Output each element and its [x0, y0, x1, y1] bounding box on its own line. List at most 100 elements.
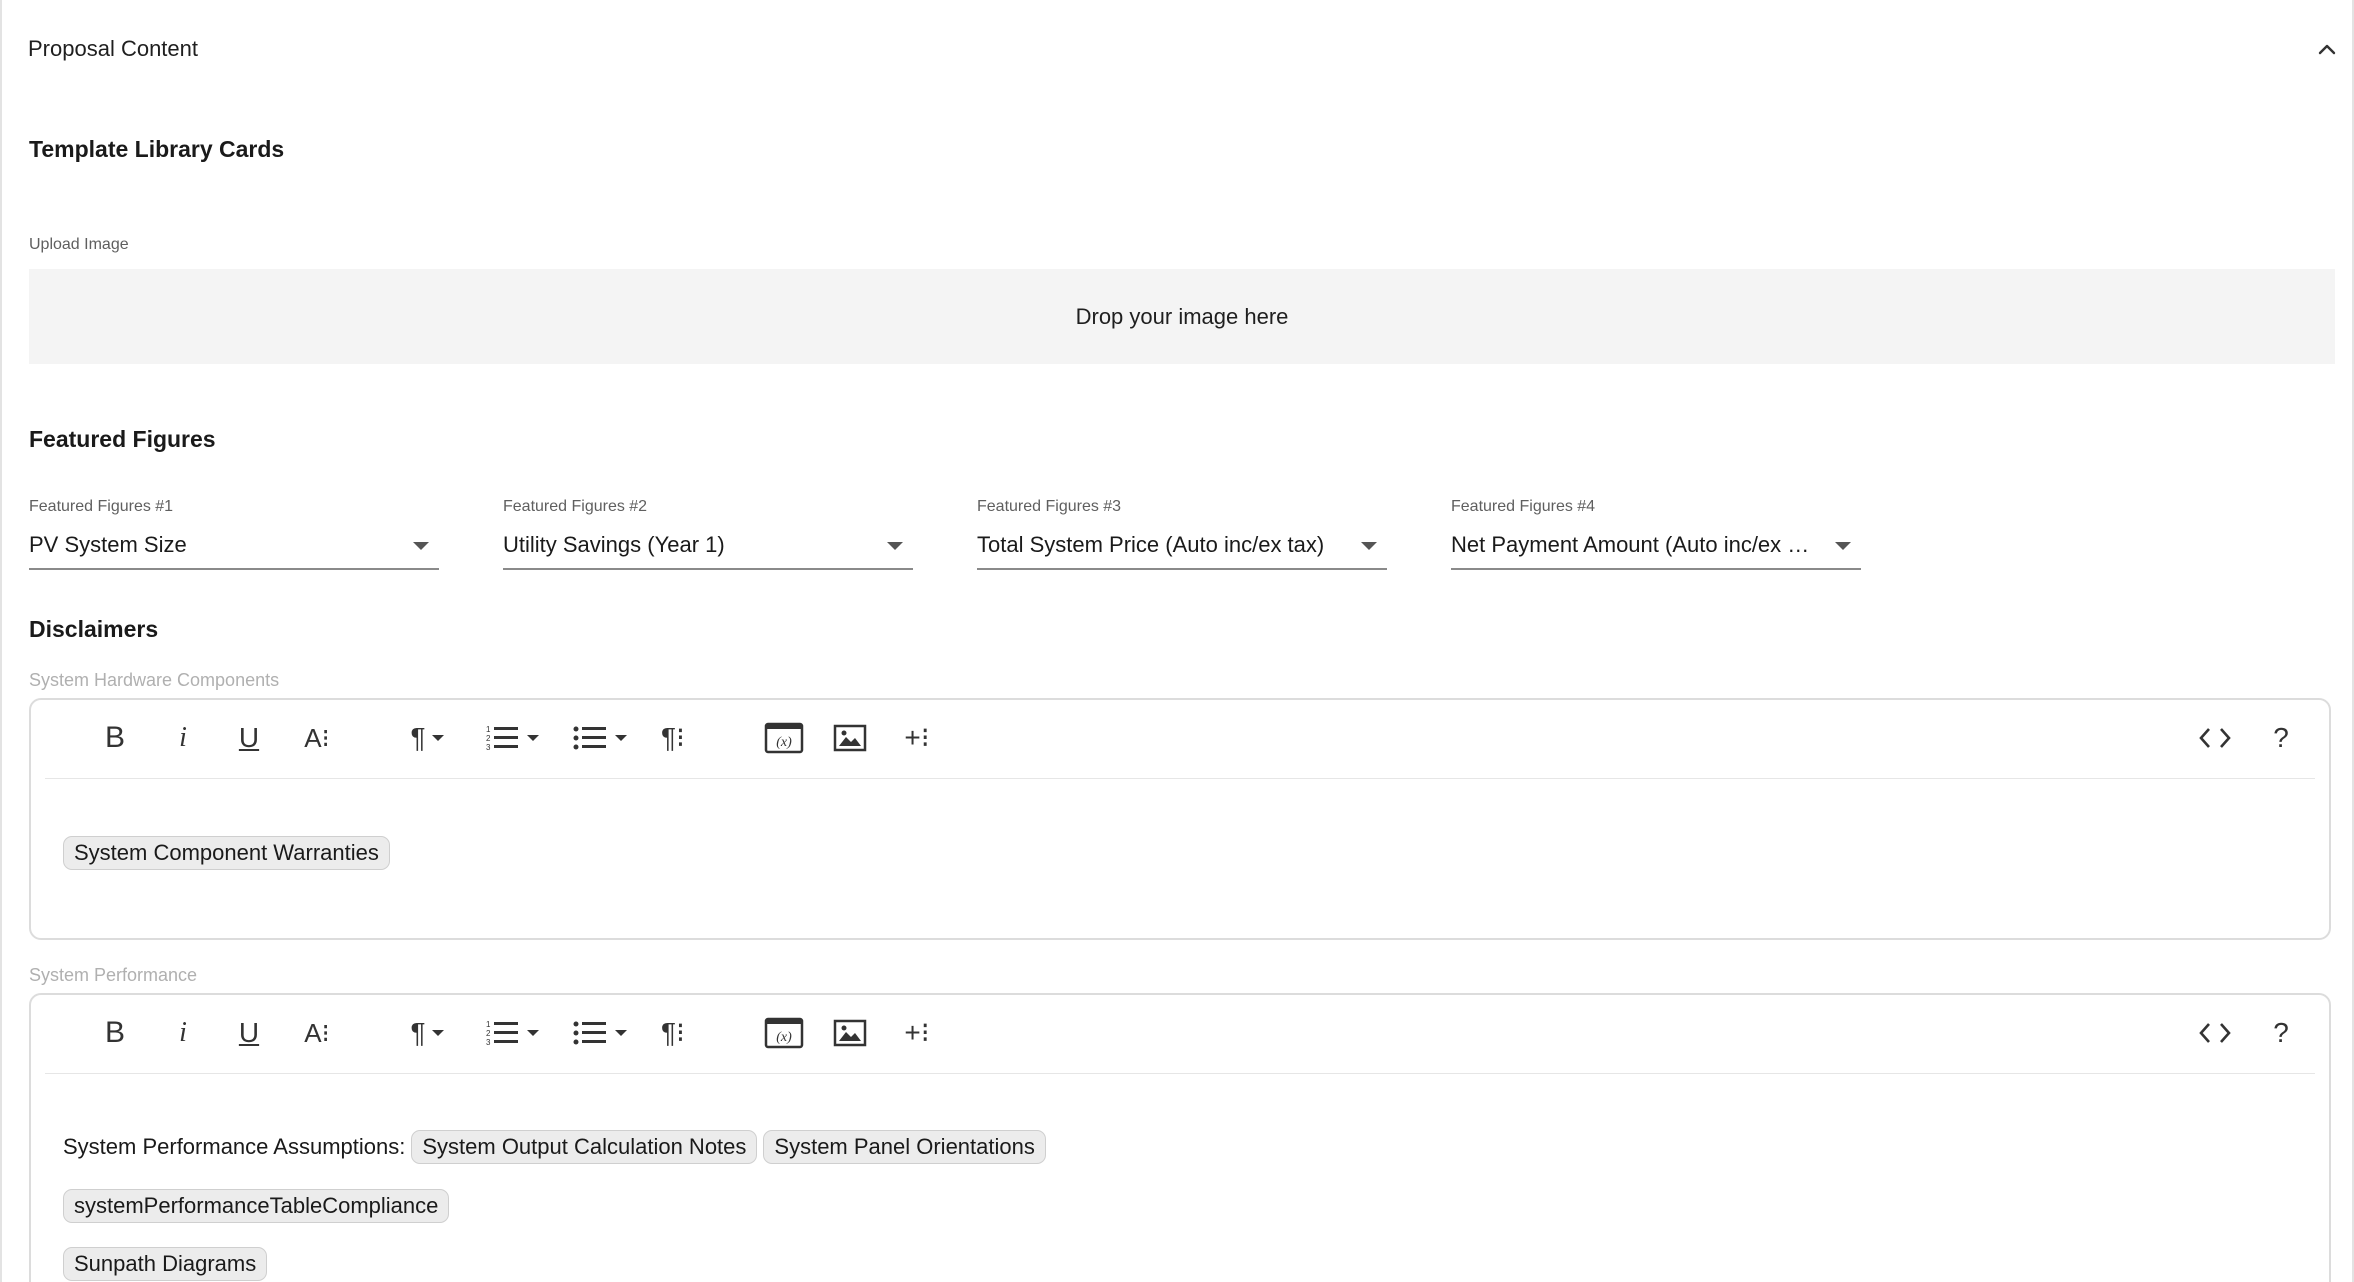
- caret-down-icon: [431, 1030, 444, 1036]
- font-size-button[interactable]: A⁝: [295, 720, 339, 756]
- caret-down-icon: [615, 735, 627, 741]
- variable-chip[interactable]: System Output Calculation Notes: [411, 1130, 758, 1164]
- featured-figures-title: Featured Figures: [29, 426, 216, 452]
- unordered-list-button[interactable]: [565, 1015, 635, 1051]
- svg-text:(x): (x): [776, 1030, 792, 1045]
- help-icon: ?: [2273, 1017, 2289, 1048]
- paragraph-format-icon: ¶⁝: [661, 1017, 685, 1048]
- insert-variable-icon: (x): [764, 722, 804, 754]
- unordered-list-icon: [573, 726, 606, 750]
- bold-icon: B: [104, 1016, 125, 1049]
- featured-figure-4-select[interactable]: Net Payment Amount (Auto inc/ex …: [1451, 528, 1861, 570]
- underline-button[interactable]: U: [231, 1015, 267, 1051]
- editor-text: System Performance Assumptions:: [63, 1134, 406, 1159]
- italic-icon: i: [179, 722, 187, 753]
- variable-chip[interactable]: systemPerformanceTableCompliance: [63, 1189, 450, 1223]
- variable-chip[interactable]: System Panel Orientations: [763, 1130, 1046, 1164]
- svg-text:(x): (x): [776, 735, 792, 750]
- bold-button[interactable]: B: [97, 720, 133, 756]
- paragraph-format-button[interactable]: ¶⁝: [653, 720, 693, 756]
- caret-down-icon: [527, 735, 539, 741]
- dropzone-text: Drop your image here: [1075, 303, 1289, 329]
- featured-figure-4: Featured Figures #4 Net Payment Amount (…: [1451, 498, 1861, 570]
- editor-toolbar: B i U A⁝ ¶ 1 2 3 ¶⁝ (x) +⁝ ?: [45, 700, 2315, 779]
- featured-figure-3: Featured Figures #3 Total System Price (…: [977, 498, 1387, 570]
- featured-figure-3-label: Featured Figures #3: [977, 498, 1122, 515]
- ordered-list-icon: 1 2 3: [486, 725, 518, 752]
- underline-button[interactable]: U: [231, 720, 267, 756]
- svg-text:1: 1: [486, 1020, 491, 1029]
- upload-image-label: Upload Image: [29, 236, 129, 253]
- insert-image-button[interactable]: [831, 720, 869, 756]
- system-performance-editor: B i U A⁝ ¶ 1 2 3 ¶⁝ (x) +⁝ ? System Perf…: [29, 993, 2331, 1282]
- caret-down-icon: [615, 1030, 627, 1036]
- editor-content-line: System Component Warranties: [63, 836, 390, 870]
- svg-text:3: 3: [486, 743, 491, 752]
- svg-text:3: 3: [486, 1038, 491, 1047]
- underline-icon: U: [238, 722, 260, 753]
- caret-down-icon: [431, 735, 444, 741]
- paragraph-format-button[interactable]: ¶⁝: [653, 1015, 693, 1051]
- featured-figure-3-select[interactable]: Total System Price (Auto inc/ex tax): [977, 528, 1387, 570]
- help-icon: ?: [2273, 722, 2289, 753]
- paragraph-format-icon: ¶⁝: [661, 722, 685, 753]
- insert-image-icon: [833, 724, 867, 752]
- unordered-list-button[interactable]: [565, 720, 635, 756]
- insert-more-button[interactable]: +⁝: [897, 1015, 937, 1051]
- insert-image-button[interactable]: [831, 1015, 869, 1051]
- panel-header[interactable]: Proposal Content: [2, 0, 2352, 100]
- code-view-button[interactable]: [2195, 720, 2235, 756]
- code-view-icon: [2199, 728, 2231, 748]
- insert-variable-button[interactable]: (x): [763, 1015, 805, 1051]
- featured-figure-3-value: Total System Price (Auto inc/ex tax): [977, 532, 1325, 557]
- font-size-button[interactable]: A⁝: [295, 1015, 339, 1051]
- system-hardware-components-editor: B i U A⁝ ¶ 1 2 3 ¶⁝ (x) +⁝ ? System Comp…: [29, 698, 2331, 940]
- panel-title: Proposal Content: [28, 36, 198, 61]
- ordered-list-icon: 1 2 3: [486, 1020, 518, 1047]
- code-view-button[interactable]: [2195, 1015, 2235, 1051]
- featured-figure-1-label: Featured Figures #1: [29, 498, 174, 515]
- caret-down-icon: [527, 1030, 539, 1036]
- italic-button[interactable]: i: [165, 720, 201, 756]
- disclaimers-title: Disclaimers: [29, 616, 159, 642]
- insert-image-icon: [833, 1019, 867, 1047]
- featured-figure-1-select[interactable]: PV System Size: [29, 528, 439, 570]
- system-performance-label: System Performance: [29, 965, 198, 985]
- dropdown-caret-icon: [413, 542, 429, 550]
- svg-text:1: 1: [486, 725, 491, 734]
- image-dropzone[interactable]: Drop your image here: [29, 269, 2335, 364]
- featured-figure-1: Featured Figures #1 PV System Size: [29, 498, 439, 570]
- help-button[interactable]: ?: [2263, 1015, 2299, 1051]
- insert-variable-button[interactable]: (x): [763, 720, 805, 756]
- featured-figure-2-select[interactable]: Utility Savings (Year 1): [503, 528, 913, 570]
- featured-figure-2: Featured Figures #2 Utility Savings (Yea…: [503, 498, 913, 570]
- proposal-content-panel: Proposal Content Template Library Cards …: [0, 0, 2354, 1282]
- insert-more-icon: +⁝: [904, 1017, 930, 1048]
- bold-icon: B: [104, 721, 125, 754]
- variable-chip[interactable]: System Component Warranties: [63, 836, 390, 870]
- bold-button[interactable]: B: [97, 1015, 133, 1051]
- featured-figure-2-value: Utility Savings (Year 1): [503, 532, 725, 557]
- italic-button[interactable]: i: [165, 1015, 201, 1051]
- ordered-list-button[interactable]: 1 2 3: [477, 720, 547, 756]
- unordered-list-icon: [573, 1021, 606, 1045]
- paragraph-style-button[interactable]: ¶: [401, 1015, 453, 1051]
- paragraph-style-button[interactable]: ¶: [401, 720, 453, 756]
- font-size-icon: A⁝: [304, 1018, 330, 1048]
- dropdown-caret-icon: [1835, 542, 1851, 550]
- featured-figure-4-value: Net Payment Amount (Auto inc/ex …: [1451, 532, 1810, 557]
- variable-chip[interactable]: Sunpath Diagrams: [63, 1247, 268, 1281]
- chevron-up-icon[interactable]: [2312, 34, 2342, 64]
- paragraph-icon: ¶: [410, 1017, 426, 1048]
- insert-variable-icon: (x): [764, 1017, 804, 1049]
- font-size-icon: A⁝: [304, 723, 330, 753]
- insert-more-icon: +⁝: [904, 722, 930, 753]
- editor-toolbar: B i U A⁝ ¶ 1 2 3 ¶⁝ (x) +⁝ ?: [45, 995, 2315, 1074]
- italic-icon: i: [179, 1017, 187, 1048]
- help-button[interactable]: ?: [2263, 720, 2299, 756]
- featured-figure-4-label: Featured Figures #4: [1451, 498, 1596, 515]
- underline-icon: U: [238, 1017, 260, 1048]
- paragraph-icon: ¶: [410, 722, 426, 753]
- insert-more-button[interactable]: +⁝: [897, 720, 937, 756]
- ordered-list-button[interactable]: 1 2 3: [477, 1015, 547, 1051]
